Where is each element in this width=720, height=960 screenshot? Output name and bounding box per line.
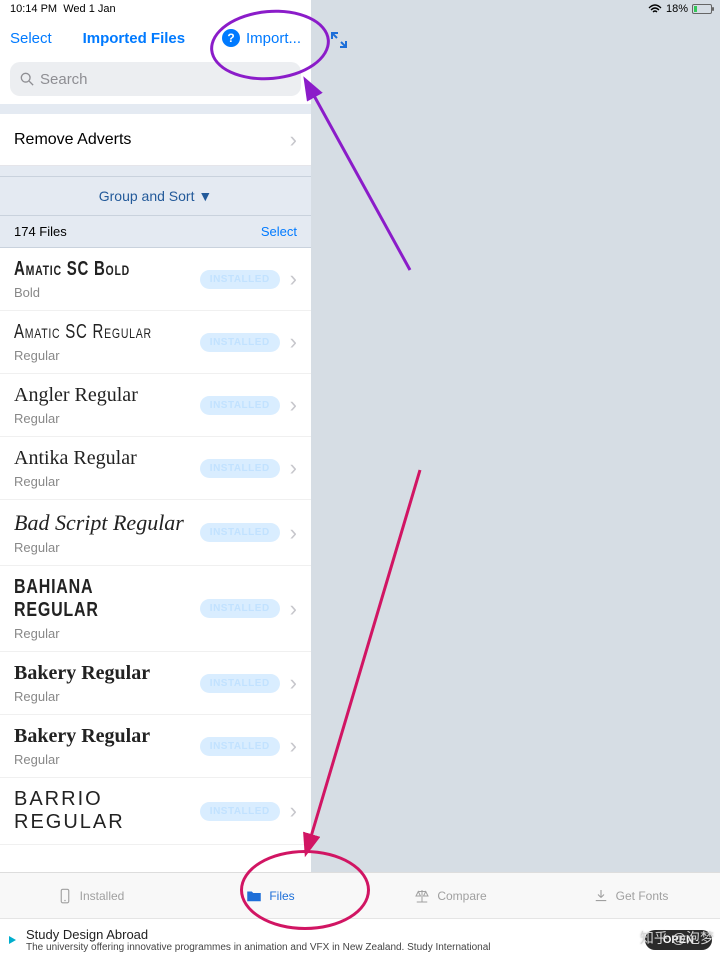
chevron-right-icon: › (290, 520, 297, 546)
wifi-icon (648, 4, 662, 14)
search-icon (20, 72, 34, 86)
font-name: Amatic SC Regular (14, 321, 152, 344)
font-subfamily: Regular (14, 626, 200, 641)
sidebar: 10:14 PM Wed 1 Jan Select Imported Files… (0, 0, 311, 960)
chevron-right-icon: › (290, 455, 297, 481)
font-row[interactable]: BARRIO REGULARINSTALLED › (0, 778, 311, 845)
file-count: 174 Files (14, 224, 67, 239)
font-row[interactable]: BAHIANA REGULAR RegularINSTALLED › (0, 566, 311, 652)
status-bar: 10:14 PM Wed 1 Jan (0, 0, 311, 18)
font-name: Angler Regular (14, 384, 138, 407)
installed-badge: INSTALLED (200, 523, 280, 542)
font-subfamily: Regular (14, 689, 150, 704)
font-list[interactable]: Amatic SC BoldBoldINSTALLED›Amatic SC Re… (0, 248, 311, 960)
installed-badge: INSTALLED (200, 599, 280, 618)
chevron-right-icon: › (290, 670, 297, 696)
status-time: 10:14 PM (10, 3, 57, 15)
phone-icon (56, 887, 74, 905)
status-date: Wed 1 Jan (63, 3, 115, 15)
expand-icon[interactable] (331, 32, 347, 53)
detail-pane (311, 0, 720, 960)
font-row[interactable]: Amatic SC Bold Bold INSTALLED › (0, 248, 311, 311)
installed-badge: INSTALLED (200, 459, 280, 478)
chevron-right-icon: › (290, 127, 297, 153)
tab-compare[interactable]: Compare (360, 873, 540, 918)
ad-banner[interactable]: Study Design Abroad The university offer… (0, 918, 720, 960)
font-row[interactable]: Amatic SC Regular RegularINSTALLED › (0, 311, 311, 374)
installed-badge: INSTALLED (200, 802, 280, 821)
font-subfamily: Regular (14, 540, 184, 555)
tab-installed[interactable]: Installed (0, 873, 180, 918)
font-name: Amatic SC Bold (14, 258, 130, 281)
chevron-right-icon: › (290, 266, 297, 292)
installed-badge: INSTALLED (200, 270, 280, 289)
battery-percent: 18% (666, 3, 688, 15)
font-subfamily: Regular (14, 474, 137, 489)
select-button[interactable]: Select (10, 30, 52, 47)
font-row[interactable]: Bakery Regular Regular INSTALLED › (0, 652, 311, 715)
font-row[interactable]: Angler Regular Regular INSTALLED › (0, 374, 311, 437)
page-title: Imported Files (52, 30, 216, 47)
font-row[interactable]: Antika Regular Regular INSTALLED › (0, 437, 311, 500)
chevron-right-icon: › (290, 596, 297, 622)
ad-title: Study Design Abroad (26, 927, 491, 942)
download-icon (592, 887, 610, 905)
installed-badge: INSTALLED (200, 737, 280, 756)
adchoice-icon (8, 935, 18, 945)
font-row[interactable]: Bad Script Regular Regular INSTALLED › (0, 500, 311, 566)
font-name: Bad Script Regular (14, 510, 184, 536)
font-row[interactable]: Bakery Regular Regular INSTALLED › (0, 715, 311, 778)
installed-badge: INSTALLED (200, 674, 280, 693)
help-icon[interactable]: ? (222, 29, 240, 47)
file-count-row: 174 Files Select (0, 216, 311, 248)
remove-adverts-label: Remove Adverts (14, 131, 131, 149)
remove-adverts-row[interactable]: Remove Adverts › (0, 114, 311, 166)
chevron-right-icon: › (290, 798, 297, 824)
installed-badge: INSTALLED (200, 396, 280, 415)
watermark: 知乎 @泡梦 (640, 928, 714, 948)
chevron-right-icon: › (290, 329, 297, 355)
search-placeholder: Search (40, 71, 88, 88)
scales-icon (413, 887, 431, 905)
ad-text: Study Design Abroad The university offer… (26, 927, 491, 953)
font-name: Antika Regular (14, 447, 137, 470)
chevron-right-icon: › (290, 392, 297, 418)
ad-body: The university offering innovative progr… (26, 942, 491, 953)
font-name: BARRIO REGULAR (14, 788, 200, 834)
folder-icon (245, 887, 263, 905)
search-input[interactable]: Search (10, 62, 301, 96)
font-subfamily: Bold (14, 285, 169, 300)
group-sort-button[interactable]: Group and Sort ▼ (0, 176, 311, 216)
battery-icon (692, 4, 712, 14)
font-subfamily: Regular (14, 752, 150, 767)
chevron-right-icon: › (290, 733, 297, 759)
status-right: 18% (648, 0, 712, 18)
font-subfamily: Regular (14, 348, 198, 363)
search-row: Search (0, 58, 311, 104)
list-select-button[interactable]: Select (261, 224, 297, 239)
tab-getfonts[interactable]: Get Fonts (540, 873, 720, 918)
tab-bar: Installed Files Compare Get Fonts (0, 872, 720, 918)
font-name: Bakery Regular (14, 662, 150, 685)
font-name: BAHIANA REGULAR (14, 576, 163, 622)
font-subfamily: Regular (14, 411, 138, 426)
font-name: Bakery Regular (14, 725, 150, 748)
import-button[interactable]: Import... (246, 30, 301, 47)
installed-badge: INSTALLED (200, 333, 280, 352)
navigation-bar: Select Imported Files ? Import... (0, 18, 311, 58)
tab-files[interactable]: Files (180, 873, 360, 918)
